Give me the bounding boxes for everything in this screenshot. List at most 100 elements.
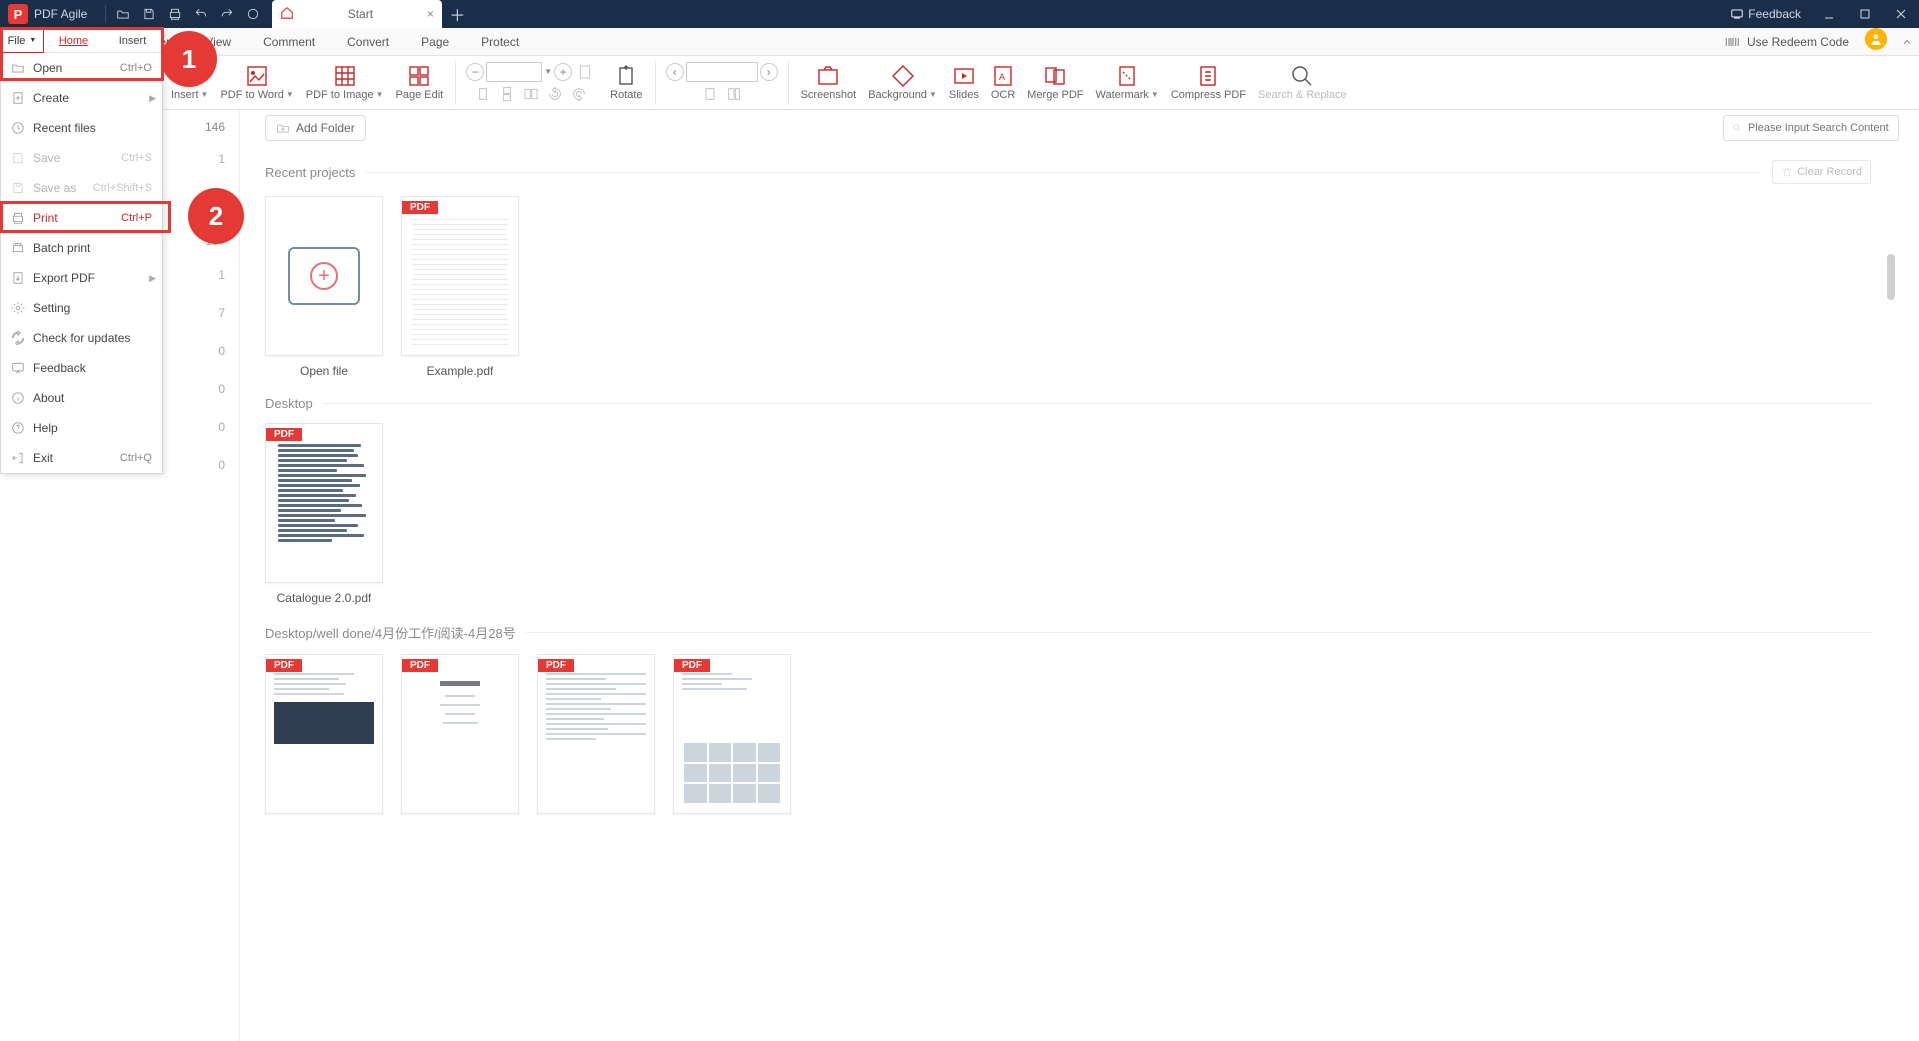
page-next-button[interactable]: › (760, 63, 778, 81)
file-menu-header-home[interactable]: Home (44, 29, 103, 52)
rotate-right-icon[interactable] (568, 84, 590, 104)
feedback-link[interactable]: Feedback (1720, 7, 1811, 21)
open-file-card[interactable]: + Open file (265, 196, 383, 378)
file-menu-updates[interactable]: Check for updates (1, 323, 162, 353)
rotate-left-icon[interactable] (544, 84, 566, 104)
menu-tab-protect[interactable]: Protect (465, 28, 535, 55)
ribbon-search-replace[interactable]: Search & Replace (1252, 56, 1353, 110)
ribbon-ocr-label: OCR (991, 89, 1015, 101)
desktop-file-card[interactable]: PDF Catalogue 2.0.pdf (265, 423, 383, 605)
pdf-badge: PDF (266, 659, 302, 672)
file-thumb: PDF (265, 654, 383, 814)
home-icon (280, 6, 294, 23)
page-prev-button[interactable]: ‹ (666, 63, 684, 81)
save-icon[interactable] (136, 0, 162, 28)
ribbon-pdf-to-word[interactable]: PDF to Word▼ (214, 56, 299, 110)
ocr-icon: A (991, 65, 1015, 87)
view-single-icon[interactable] (472, 84, 494, 104)
user-avatar[interactable] (1865, 28, 1887, 50)
zoom-out-button[interactable]: − (466, 63, 484, 81)
menu-tab-comment[interactable]: Comment (247, 28, 331, 55)
open-icon[interactable] (110, 0, 136, 28)
path-file-card-1[interactable]: PDF (265, 654, 383, 814)
page-input[interactable] (686, 62, 758, 82)
last-page-icon[interactable] (723, 84, 745, 104)
pdf-to-word-icon (245, 65, 269, 87)
search-input[interactable] (1748, 122, 1890, 134)
path-file-card-4[interactable]: PDF (673, 654, 791, 814)
collapse-ribbon-icon[interactable] (1895, 28, 1919, 55)
ribbon-screenshot[interactable]: Screenshot (795, 56, 863, 110)
app-logo: P (8, 4, 28, 24)
file-menu-print[interactable]: Print Ctrl+P (1, 203, 162, 233)
ribbon-slides[interactable]: Slides (943, 56, 985, 110)
view-two-icon[interactable] (520, 84, 542, 104)
file-thumb: PDF (537, 654, 655, 814)
ribbon-merge[interactable]: Merge PDF (1021, 56, 1089, 110)
path-file-card-2[interactable]: PDF (401, 654, 519, 814)
window-close[interactable] (1883, 0, 1919, 28)
file-thumb: PDF (265, 423, 383, 583)
first-page-icon[interactable] (699, 84, 721, 104)
ribbon-watermark[interactable]: Watermark▼ (1090, 56, 1165, 110)
ribbon-pdf-to-image[interactable]: PDF to Image▼ (300, 56, 390, 110)
ribbon-compress[interactable]: Compress PDF (1165, 56, 1252, 110)
menu-tab-page[interactable]: Page (405, 28, 465, 55)
view-continuous-icon[interactable] (496, 84, 518, 104)
ribbon-rotate[interactable]: Rotate (604, 56, 648, 110)
zoom-in-button[interactable]: + (554, 63, 572, 81)
step-badge-2: 2 (190, 190, 242, 242)
file-menu-feedback[interactable]: Feedback (1, 353, 162, 383)
redeem-code[interactable]: Use Redeem Code (1725, 28, 1865, 55)
zoom-input[interactable] (486, 62, 542, 82)
file-menu-help[interactable]: Help (1, 413, 162, 443)
clear-record-button[interactable]: Clear Record (1772, 160, 1871, 184)
file-label: Example.pdf (427, 364, 494, 378)
print-icon[interactable] (162, 0, 188, 28)
titlebar: P PDF Agile Start × ＋ Feedback (0, 0, 1919, 28)
redo-icon[interactable] (214, 0, 240, 28)
file-menu-batch-print[interactable]: Batch print (1, 233, 162, 263)
file-menu-open[interactable]: Open Ctrl+O (1, 53, 162, 83)
feedback-icon (1730, 7, 1744, 21)
undo-icon[interactable] (188, 0, 214, 28)
window-maximize[interactable] (1847, 0, 1883, 28)
scrollbar-thumb[interactable] (1887, 254, 1895, 300)
file-menu-create[interactable]: Create ▶ (1, 83, 162, 113)
file-menu-recent[interactable]: Recent files (1, 113, 162, 143)
search-icon (1290, 65, 1314, 87)
help-icon (11, 421, 25, 435)
barcode-icon (1725, 36, 1741, 48)
open-file-label: Open file (300, 364, 348, 378)
path-file-card-3[interactable]: PDF (537, 654, 655, 814)
new-tab-button[interactable]: ＋ (442, 2, 472, 26)
file-menu: File▼ Home Insert Open Ctrl+O Create ▶ R… (0, 28, 163, 474)
file-menu-exit[interactable]: Exit Ctrl+Q (1, 443, 162, 473)
zoom-dropdown-icon[interactable]: ▼ (544, 67, 552, 76)
file-menu-header-file[interactable]: File▼ (0, 28, 44, 53)
menu-row: File ▼ Home Insert View Comment Convert … (0, 28, 1919, 56)
fit-page-icon[interactable] (574, 62, 596, 82)
section-title-desktop: Desktop (265, 396, 313, 411)
file-menu-header-insert[interactable]: Insert (103, 29, 162, 52)
recent-file-card[interactable]: PDF Example.pdf (401, 196, 519, 378)
tab-start[interactable]: Start × (272, 0, 442, 28)
window-minimize[interactable] (1811, 0, 1847, 28)
file-menu-export[interactable]: Export PDF ▶ (1, 263, 162, 293)
exit-icon (11, 451, 25, 465)
pdf-to-image-icon (333, 65, 357, 87)
add-folder-icon (276, 121, 290, 135)
ribbon-ocr[interactable]: A OCR (985, 56, 1021, 110)
file-menu-setting[interactable]: Setting (1, 293, 162, 323)
theme-icon[interactable] (240, 0, 266, 28)
ribbon-background[interactable]: Background▼ (862, 56, 943, 110)
search-box[interactable] (1723, 115, 1899, 141)
menu-tab-convert[interactable]: Convert (331, 28, 405, 55)
file-menu-about[interactable]: About (1, 383, 162, 413)
ribbon-page-edit[interactable]: Page Edit (390, 56, 450, 110)
info-icon (11, 391, 25, 405)
pdf-badge: PDF (674, 659, 710, 672)
ribbon-background-label: Background (868, 89, 927, 101)
tab-close-icon[interactable]: × (418, 7, 442, 21)
add-folder-button[interactable]: Add Folder (265, 115, 366, 141)
